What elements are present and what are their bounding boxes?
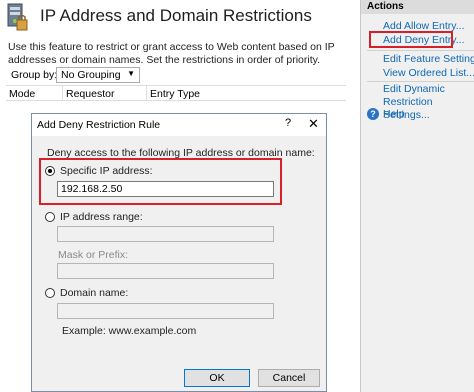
help-link[interactable]: Help: [383, 108, 405, 121]
cancel-button[interactable]: Cancel: [258, 369, 320, 387]
mask-input[interactable]: [57, 263, 274, 279]
column-header-mode[interactable]: Mode: [9, 88, 35, 100]
groupby-toolbar: Group by: No Grouping ▼: [6, 66, 346, 84]
specific-ip-radio[interactable]: [45, 166, 55, 176]
server-icon: [7, 3, 28, 31]
mask-label: Mask or Prefix:: [58, 249, 129, 261]
ip-range-label: IP address range:: [60, 211, 143, 223]
groupby-value: No Grouping: [61, 69, 121, 81]
column-divider[interactable]: [62, 86, 63, 101]
chevron-down-icon: ▼: [127, 69, 135, 78]
page-title: IP Address and Domain Restrictions: [40, 6, 312, 25]
specific-ip-label: Specific IP address:: [60, 165, 153, 177]
add-deny-restriction-dialog: Add Deny Restriction Rule ? ✕ Deny acces…: [31, 113, 327, 392]
specific-ip-input[interactable]: 192.168.2.50: [57, 181, 274, 197]
groupby-label: Group by:: [11, 69, 58, 81]
list-header: Mode Requestor Entry Type: [6, 85, 346, 101]
actions-pane: Actions Add Allow Entry... Add Deny Entr…: [360, 0, 474, 392]
divider: [367, 81, 474, 82]
domain-name-input[interactable]: [57, 303, 274, 319]
domain-name-radio[interactable]: [45, 288, 55, 298]
highlight-box: [369, 31, 453, 48]
ip-range-radio[interactable]: [45, 212, 55, 222]
help-icon[interactable]: ?: [367, 108, 379, 120]
ip-range-input[interactable]: [57, 226, 274, 242]
page-description: Use this feature to restrict or grant ac…: [8, 41, 335, 66]
help-icon[interactable]: ?: [285, 117, 291, 129]
ok-button[interactable]: OK: [184, 369, 250, 387]
divider: [367, 50, 474, 51]
domain-name-label: Domain name:: [60, 287, 129, 299]
actions-header: Actions: [361, 0, 474, 14]
groupby-select[interactable]: No Grouping ▼: [56, 67, 140, 83]
dialog-titlebar[interactable]: Add Deny Restriction Rule ? ✕: [32, 114, 326, 136]
column-header-entry-type[interactable]: Entry Type: [150, 88, 200, 100]
column-divider[interactable]: [146, 86, 147, 101]
dialog-title: Add Deny Restriction Rule: [37, 119, 161, 131]
column-header-requestor[interactable]: Requestor: [66, 88, 114, 100]
view-ordered-list-link[interactable]: View Ordered List...: [383, 67, 474, 80]
domain-example-text: Example: www.example.com: [62, 325, 197, 337]
close-icon[interactable]: ✕: [308, 116, 319, 132]
edit-feature-settings-link[interactable]: Edit Feature Settings...: [383, 53, 474, 66]
